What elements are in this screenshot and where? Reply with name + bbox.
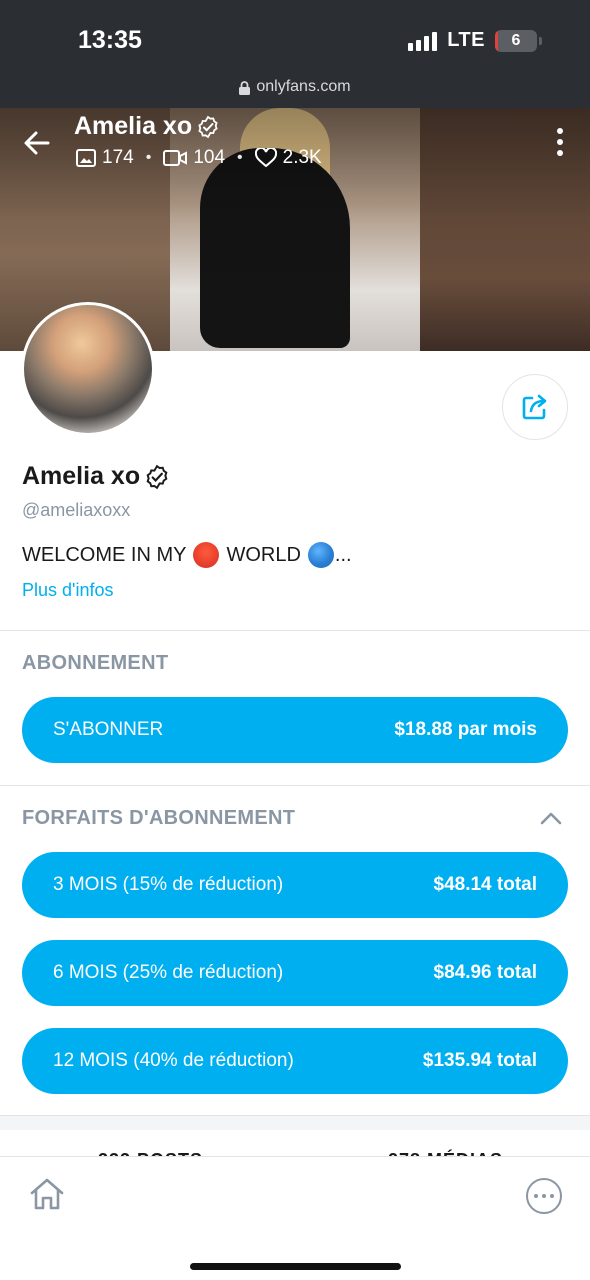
image-icon — [76, 149, 96, 167]
bundle-12-months-button[interactable]: 12 MOIS (40% de réduction) $135.94 total — [22, 1028, 568, 1094]
header-name-text: Amelia xo — [74, 112, 193, 140]
bio-text-middle: WORLD — [226, 543, 301, 566]
bio-text-start: WELCOME IN MY — [22, 543, 187, 566]
status-bar: 13:35 LTE 6 — [0, 0, 590, 78]
chevron-up-icon[interactable] — [538, 808, 564, 828]
browser-url-bar[interactable]: onlyfans.com — [0, 78, 590, 108]
battery-icon: 6 — [495, 29, 537, 52]
bio-ellipsis: ... — [334, 543, 352, 566]
profile-bio: WELCOME IN MY WORLD ... — [22, 542, 352, 568]
share-button[interactable] — [502, 374, 568, 440]
bundle-price: $84.96 total — [433, 962, 538, 983]
battery-tip — [539, 36, 542, 45]
verified-badge-icon — [146, 464, 168, 489]
divider — [0, 630, 590, 631]
more-menu-icon[interactable] — [552, 128, 568, 156]
profile-name: Amelia xo — [22, 462, 170, 491]
signal-icon — [408, 31, 438, 51]
subscribe-button[interactable]: S'ABONNER $18.88 par mois — [22, 697, 568, 763]
bundle-6-months-button[interactable]: 6 MOIS (25% de réduction) $84.96 total — [22, 940, 568, 1006]
avatar-image — [24, 305, 152, 433]
subscribe-label: S'ABONNER — [53, 719, 164, 740]
back-arrow-icon[interactable] — [22, 128, 52, 158]
photos-count: 174 — [76, 147, 134, 169]
status-indicators: LTE 6 — [408, 29, 542, 52]
avatar[interactable] — [21, 302, 155, 436]
bundles-section-title: FORFAITS D'ABONNEMENT — [22, 807, 296, 829]
section-gap — [0, 1116, 590, 1130]
globe-emoji-icon — [307, 542, 334, 568]
home-indicator — [190, 1263, 401, 1270]
bundle-label: 6 MOIS (25% de réduction) — [53, 962, 284, 983]
header-profile-name: Amelia xo — [74, 112, 220, 141]
bundle-label: 12 MOIS (40% de réduction) — [53, 1050, 294, 1071]
likes-count: 2.3K — [254, 147, 322, 169]
subscribe-price: $18.88 par mois — [394, 719, 537, 740]
subscription-section-title: ABONNEMENT — [22, 652, 169, 674]
hot-face-emoji-icon — [193, 542, 220, 568]
share-icon — [522, 394, 547, 420]
header-stats: 174 • 104 • 2.3K — [76, 147, 322, 169]
bundle-3-months-button[interactable]: 3 MOIS (15% de réduction) $48.14 total — [22, 852, 568, 918]
bundle-price: $135.94 total — [422, 1050, 537, 1071]
heart-icon — [254, 148, 277, 168]
more-info-link[interactable]: Plus d'infos — [22, 580, 114, 601]
url-text: onlyfans.com — [256, 78, 351, 95]
video-icon — [163, 150, 188, 166]
status-time: 13:35 — [78, 26, 142, 54]
more-options-icon[interactable] — [526, 1178, 562, 1214]
divider — [0, 785, 590, 786]
network-type: LTE — [447, 29, 485, 51]
profile-handle: @ameliaxoxx — [22, 500, 131, 520]
bundle-label: 3 MOIS (15% de réduction) — [53, 874, 284, 895]
bottom-navigation — [0, 1156, 590, 1280]
lock-icon — [239, 81, 251, 95]
bundle-price: $48.14 total — [433, 874, 538, 895]
profile-name-text: Amelia xo — [22, 462, 141, 490]
verified-badge-icon — [198, 115, 218, 138]
battery-level: 6 — [511, 31, 521, 49]
videos-count: 104 — [163, 147, 225, 169]
home-icon[interactable] — [28, 1175, 66, 1213]
